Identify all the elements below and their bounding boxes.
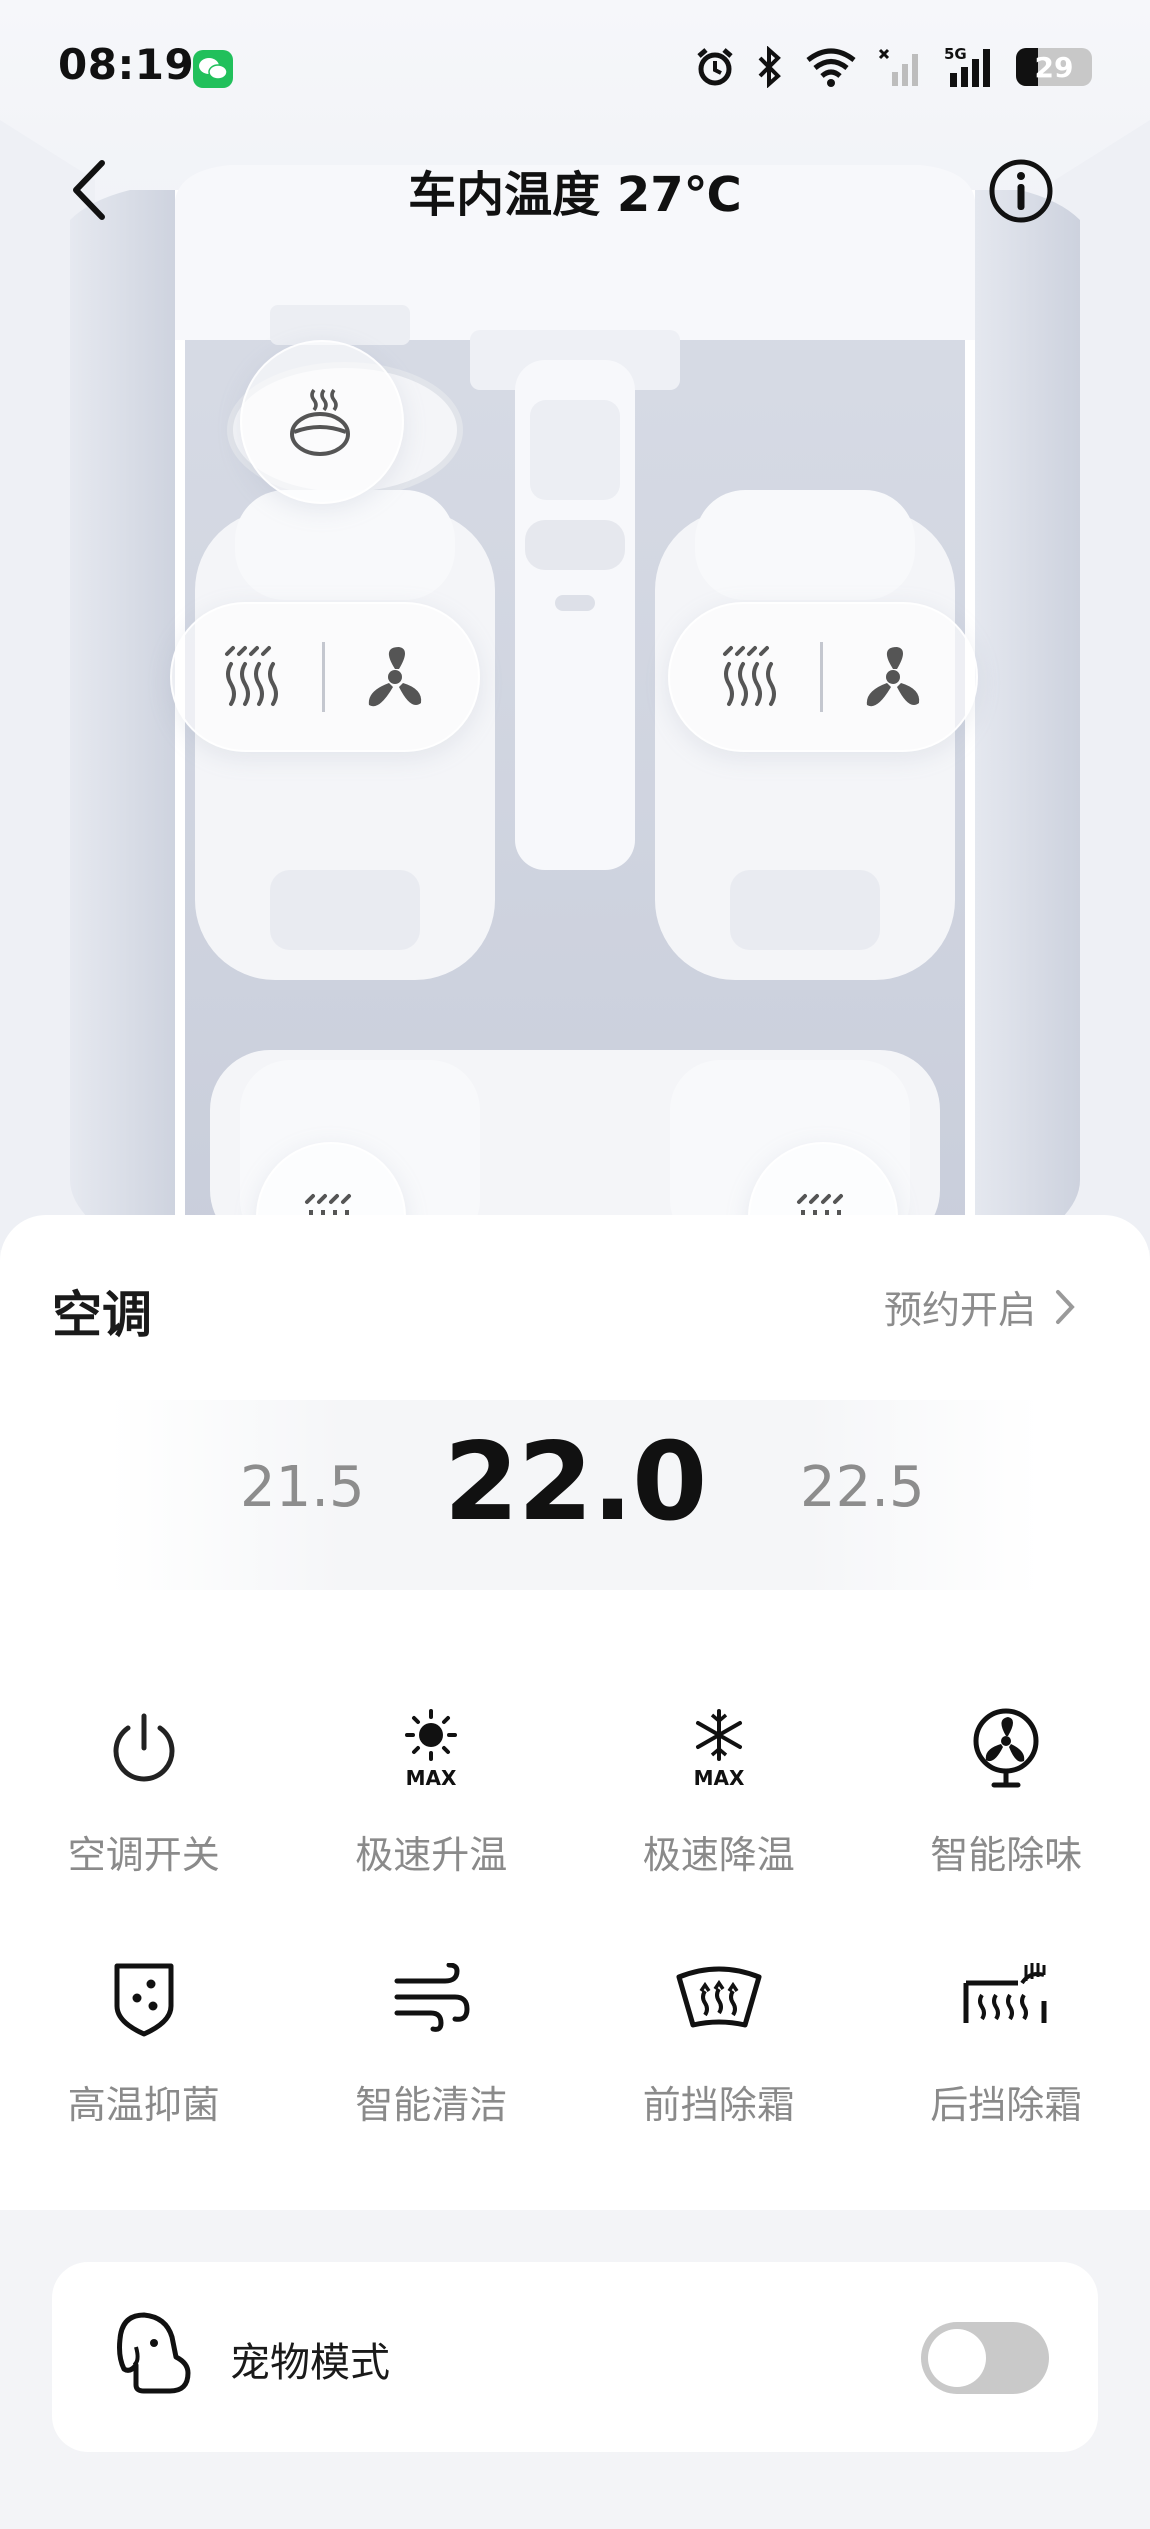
front-defrost-icon xyxy=(671,1950,767,2046)
chevron-right-icon xyxy=(1056,1289,1075,1324)
divider xyxy=(322,642,326,712)
seat-heat-icon xyxy=(224,646,278,706)
pet-mode-label: 宠物模式 xyxy=(230,2340,390,2386)
smart-clean-button[interactable]: 智能清洁 xyxy=(288,1950,576,2200)
rapid-cool-button[interactable]: MAX 极速降温 xyxy=(575,1700,863,1950)
steering-wheel-heat-icon xyxy=(290,388,350,456)
car-interior-view: 08:19 5G 29 车内温度 27℃ xyxy=(0,0,1150,1250)
signal-5g-icon: 5G xyxy=(944,45,996,89)
page-title: 车内温度 27℃ xyxy=(408,167,742,223)
status-bar: 08:19 5G 29 xyxy=(0,0,1150,140)
ac-panel: 空调 预约开启 21.5 22.0 22.5 空调开关 MAX 极速升温 MAX… xyxy=(0,1215,1150,2210)
divider xyxy=(820,642,824,712)
schedule-button[interactable]: 预约开启 xyxy=(884,1279,1076,1334)
power-icon xyxy=(96,1700,192,1796)
control-label: 智能清洁 xyxy=(355,2083,508,2127)
dog-icon xyxy=(114,2307,194,2401)
wechat-icon xyxy=(193,50,233,88)
smart-deodorize-button[interactable]: 智能除味 xyxy=(863,1700,1150,1950)
ac-controls-grid: 空调开关 MAX 极速升温 MAX 极速降温 智能除味 高温抑菌 智能清洁 前挡… xyxy=(0,1700,1150,2200)
schedule-label: 预约开启 xyxy=(883,1288,1036,1332)
front-defrost-button[interactable]: 前挡除霜 xyxy=(575,1950,863,2200)
driver-seat-controls xyxy=(170,602,480,752)
wind-icon xyxy=(383,1950,479,2046)
passenger-seat-controls xyxy=(668,602,978,752)
control-label: 极速升温 xyxy=(355,1833,508,1877)
pet-mode-toggle[interactable] xyxy=(921,2322,1049,2394)
control-label: 后挡除霜 xyxy=(930,2083,1083,2127)
driver-seat-heat-button[interactable] xyxy=(219,640,289,714)
rear-defrost-button[interactable]: 后挡除霜 xyxy=(863,1950,1150,2200)
battery-level: 29 xyxy=(1034,50,1074,84)
alarm-icon xyxy=(694,46,736,88)
svg-text:MAX: MAX xyxy=(693,1766,744,1790)
wifi-icon xyxy=(804,46,858,88)
fan-icon xyxy=(958,1700,1054,1796)
signal-icon xyxy=(878,46,924,88)
bluetooth-icon xyxy=(756,46,784,88)
control-label: 极速降温 xyxy=(642,1833,795,1877)
status-time: 08:19 xyxy=(58,40,195,89)
sun-max-icon: MAX xyxy=(383,1700,479,1796)
sterilize-button[interactable]: 高温抑菌 xyxy=(0,1950,288,2200)
shield-dots-icon xyxy=(96,1950,192,2046)
temperature-next[interactable]: 22.5 xyxy=(800,1455,925,1520)
battery-icon: 29 xyxy=(1016,48,1092,86)
seat-fan-icon xyxy=(866,647,920,707)
control-label: 高温抑菌 xyxy=(67,2083,220,2127)
control-label: 空调开关 xyxy=(67,1833,220,1877)
svg-text:MAX: MAX xyxy=(406,1766,457,1790)
toggle-knob xyxy=(928,2329,986,2387)
info-icon xyxy=(989,159,1053,223)
seat-heat-icon xyxy=(722,646,776,706)
seat-fan-icon xyxy=(368,647,422,707)
steering-heat-button[interactable] xyxy=(240,340,404,504)
ac-title: 空调 xyxy=(52,1286,152,1344)
info-button[interactable] xyxy=(986,156,1056,226)
control-label: 智能除味 xyxy=(930,1833,1083,1877)
passenger-seat-heat-button[interactable] xyxy=(717,640,787,714)
snowflake-max-icon: MAX xyxy=(671,1700,767,1796)
rear-defrost-icon xyxy=(958,1950,1054,2046)
pet-mode-card: 宠物模式 xyxy=(52,2262,1098,2452)
control-label: 前挡除霜 xyxy=(642,2083,795,2127)
svg-text:5G: 5G xyxy=(944,45,967,63)
driver-seat-vent-button[interactable] xyxy=(359,639,431,715)
rapid-heat-button[interactable]: MAX 极速升温 xyxy=(288,1700,576,1950)
ac-power-button[interactable]: 空调开关 xyxy=(0,1700,288,1950)
temperature-current: 22.0 xyxy=(443,1420,707,1545)
passenger-seat-vent-button[interactable] xyxy=(857,639,929,715)
